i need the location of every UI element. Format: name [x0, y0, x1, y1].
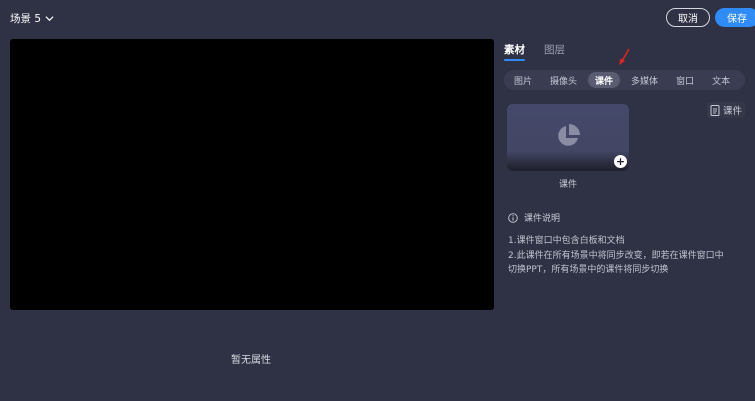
courseware-description-title: 课件说明 — [508, 211, 560, 224]
subtab-image[interactable]: 图片 — [507, 72, 539, 88]
info-icon — [508, 212, 518, 223]
main-tabs: 素材 图层 — [504, 42, 565, 61]
add-courseware-icon[interactable]: + — [614, 155, 627, 168]
description-title-text: 课件说明 — [524, 214, 561, 224]
document-icon — [710, 104, 720, 116]
top-bar: 场景 5 取消 保存 — [0, 0, 755, 36]
courseware-list-button[interactable]: 课件 — [707, 102, 746, 118]
subtab-window[interactable]: 窗口 — [669, 72, 701, 88]
description-line: 切换PPT，所有场景中的课件将同步切换 — [508, 265, 669, 275]
pie-chart-icon — [558, 124, 580, 146]
subtab-courseware[interactable]: 课件 — [588, 72, 621, 88]
material-panel: 素材 图层 图片 摄像头 课件 多媒体 窗口 文本 课件 + 课件 课件说明 1… — [504, 36, 755, 401]
description-line: 1.课件窗口中包含白板和文档 — [508, 236, 625, 246]
courseware-card-label: 课件 — [558, 180, 577, 190]
cancel-button[interactable]: 取消 — [666, 8, 710, 27]
scene-preview-canvas[interactable] — [10, 39, 494, 310]
chevron-down-icon — [45, 15, 54, 21]
subtab-text[interactable]: 文本 — [705, 72, 737, 88]
courseware-card[interactable]: + — [507, 104, 629, 171]
no-properties-text: 暂无属性 — [231, 355, 271, 366]
save-button[interactable]: 保存 — [715, 8, 755, 27]
scene-title: 场景 5 — [10, 12, 42, 25]
scene-selector[interactable]: 场景 5 — [10, 9, 54, 27]
tab-layers[interactable]: 图层 — [544, 42, 565, 61]
annotation-arrow-icon — [619, 48, 630, 65]
description-line: 2.此课件在所有场景中将同步改变，即若在课件窗口中 — [508, 251, 724, 261]
tab-materials[interactable]: 素材 — [504, 42, 525, 61]
courseware-link-label: 课件 — [723, 106, 743, 117]
material-type-tabs: 图片 摄像头 课件 多媒体 窗口 文本 — [504, 70, 745, 90]
subtab-multimedia[interactable]: 多媒体 — [624, 72, 665, 88]
subtab-camera[interactable]: 摄像头 — [543, 72, 584, 88]
